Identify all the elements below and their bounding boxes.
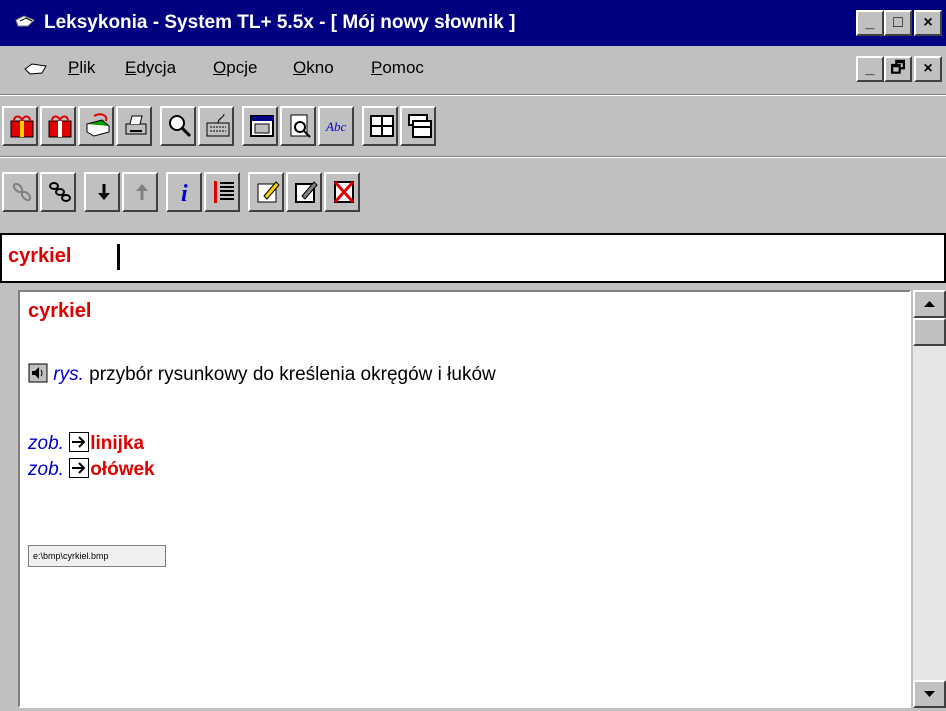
entry-view[interactable]: cyrkiel rys. przybór rysunkowy do kreśle… xyxy=(18,290,911,708)
cascade-icon xyxy=(408,114,432,138)
edit-note-icon xyxy=(257,181,280,203)
search-button[interactable] xyxy=(160,106,196,146)
book-open-icon xyxy=(85,113,111,137)
menu-okno[interactable]: Okno xyxy=(293,58,334,78)
tile-windows-button[interactable] xyxy=(362,106,398,146)
delete-note-icon xyxy=(333,180,355,204)
chain-icon xyxy=(49,182,71,202)
app-icon[interactable] xyxy=(14,12,38,34)
xref-prefix: zob. xyxy=(28,433,64,454)
toolbar-divider-2 xyxy=(0,156,946,158)
xref-link[interactable]: ołówek xyxy=(90,459,154,480)
document-menu-icon[interactable] xyxy=(24,63,48,75)
spellcheck-button[interactable]: Abc xyxy=(318,106,354,146)
next-entry-button[interactable] xyxy=(84,172,120,212)
vertical-scrollbar[interactable] xyxy=(913,290,946,708)
search-input[interactable]: cyrkiel xyxy=(0,233,946,283)
print-button[interactable] xyxy=(116,106,152,146)
menu-plik[interactable]: Plik xyxy=(68,58,95,78)
info-icon: i xyxy=(181,181,188,206)
scroll-down-arrow-icon xyxy=(924,691,935,697)
info-button[interactable]: i xyxy=(166,172,202,212)
edit-entry-button[interactable] xyxy=(248,172,284,212)
image-placeholder[interactable]: e:\bmp\cyrkiel.bmp xyxy=(28,545,166,567)
cascade-windows-button[interactable] xyxy=(400,106,436,146)
tile-icon xyxy=(370,115,394,137)
arrow-down-icon xyxy=(98,184,110,200)
title-bar: Leksykonia - System TL+ 5.5x - [ Mój now… xyxy=(0,0,946,46)
arrow-up-icon xyxy=(136,184,148,200)
gift-icon xyxy=(10,115,34,138)
entry-definition: przybór rysunkowy do kreślenia okręgów i… xyxy=(83,364,496,385)
chain-disabled-icon xyxy=(12,182,32,202)
unlink-button[interactable] xyxy=(2,172,38,212)
entry-headword: cyrkiel xyxy=(28,300,92,322)
keyboard-icon xyxy=(206,113,230,137)
spellcheck-icon: Abc xyxy=(325,119,346,134)
open-dictionary-button[interactable] xyxy=(78,106,114,146)
doc-close-button[interactable]: × xyxy=(914,56,942,82)
menu-bar: Plik Edycja Opcje Okno Pomoc _ 🗗 × xyxy=(0,46,946,90)
preview-icon xyxy=(290,114,311,138)
xref-arrow-icon[interactable] xyxy=(69,458,90,478)
xref-prefix: zob. xyxy=(28,459,64,480)
link-button[interactable] xyxy=(40,172,76,212)
window-button[interactable] xyxy=(242,106,278,146)
window-title: Leksykonia - System TL+ 5.5x - [ Mój now… xyxy=(44,12,516,33)
window-icon xyxy=(250,115,274,137)
list-icon xyxy=(214,181,234,203)
minimize-button[interactable]: _ xyxy=(856,10,884,36)
entry-definition-line: rys. przybór rysunkowy do kreślenia okrę… xyxy=(28,363,496,386)
list-button[interactable] xyxy=(204,172,240,212)
xref-linijka: zob. linijka xyxy=(28,432,144,455)
gift-delete-icon xyxy=(48,115,72,138)
xref-arrow-icon[interactable] xyxy=(69,432,90,452)
xref-olowek: zob. ołówek xyxy=(28,458,155,481)
printer-icon xyxy=(125,115,147,135)
edit-note-alt-icon xyxy=(295,181,318,203)
previous-entry-button[interactable] xyxy=(122,172,158,212)
delete-note-button[interactable] xyxy=(324,172,360,212)
text-caret xyxy=(117,244,120,270)
doc-minimize-button[interactable]: _ xyxy=(856,56,884,82)
menu-opcje[interactable]: Opcje xyxy=(213,58,257,78)
new-entry-button[interactable] xyxy=(2,106,38,146)
edit-entry-alt-button[interactable] xyxy=(286,172,322,212)
scroll-down-button[interactable] xyxy=(913,680,946,708)
search-input-value: cyrkiel xyxy=(8,245,72,267)
menu-pomoc[interactable]: Pomoc xyxy=(371,58,424,78)
scroll-up-button[interactable] xyxy=(913,290,946,318)
scroll-thumb[interactable] xyxy=(913,318,946,346)
magnifier-icon xyxy=(169,115,192,138)
scroll-up-arrow-icon xyxy=(924,301,935,307)
svg-text:Abc: Abc xyxy=(325,119,346,134)
maximize-button[interactable]: □ xyxy=(884,10,912,36)
entry-abbreviation: rys. xyxy=(53,364,84,385)
doc-restore-button[interactable]: 🗗 xyxy=(884,56,912,82)
delete-entry-button[interactable] xyxy=(40,106,76,146)
keyboard-button[interactable] xyxy=(198,106,234,146)
toolbar-divider xyxy=(0,94,946,96)
close-button[interactable]: × xyxy=(914,10,942,36)
menu-edycja[interactable]: Edycja xyxy=(125,58,176,78)
xref-link[interactable]: linijka xyxy=(90,433,144,454)
svg-text:i: i xyxy=(181,181,188,206)
speaker-icon[interactable] xyxy=(28,363,48,383)
preview-button[interactable] xyxy=(280,106,316,146)
